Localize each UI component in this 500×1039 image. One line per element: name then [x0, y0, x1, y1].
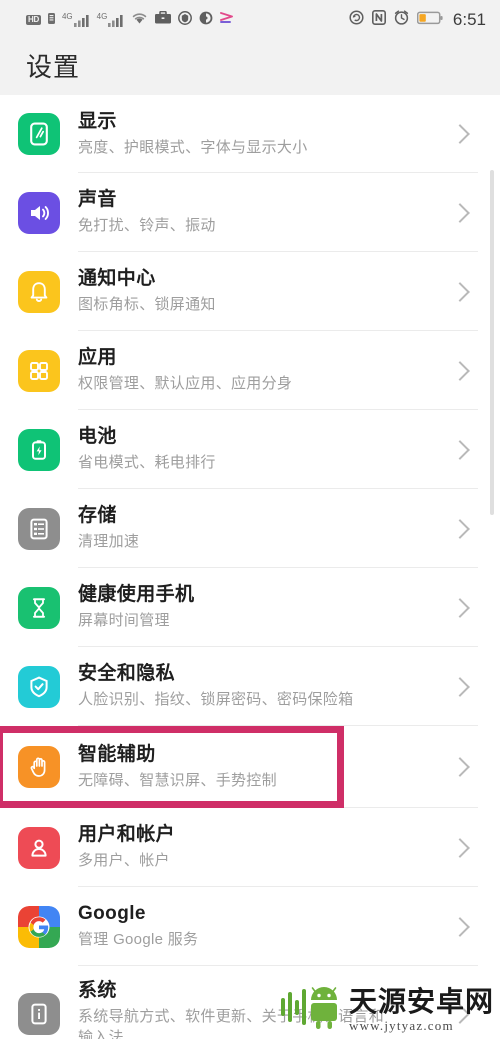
work-profile-icon: [155, 10, 172, 29]
row-subtitle: 管理 Google 服务: [78, 931, 199, 948]
status-bar-right-icons: 6:51: [349, 10, 486, 30]
watermark-url: www.jytyaz.com: [348, 1017, 454, 1033]
settings-row-text: Google 管理 Google 服务: [78, 902, 448, 951]
sync-icon: [349, 10, 364, 30]
page-title: 设置: [26, 51, 81, 82]
row-subtitle: 无障碍、智慧识屏、手势控制: [78, 771, 277, 789]
chevron-right-icon[interactable]: [448, 202, 478, 223]
settings-row-users-accounts[interactable]: 用户和帐户 多用户、帐户: [0, 808, 500, 887]
chevron-right-icon[interactable]: [448, 124, 478, 144]
row-title: 安全和隐私: [78, 663, 176, 685]
settings-list[interactable]: 显示 亮度、护眼模式、字体与显示大小 声音 免打扰、铃声、振动 通知中心 图标角…: [0, 95, 500, 1039]
settings-row-text: 电池 省电模式、耗电排行: [78, 425, 448, 474]
display-icon: [18, 113, 60, 155]
row-title: 用户和帐户: [78, 824, 176, 846]
settings-row-notification-center[interactable]: 通知中心 图标角标、锁屏通知: [0, 252, 500, 331]
shield-check-icon: [18, 665, 60, 708]
row-subtitle: 权限管理、默认应用、应用分身: [78, 375, 293, 392]
hand-icon: [18, 746, 60, 788]
settings-row-apps[interactable]: 应用 权限管理、默认应用、应用分身: [0, 331, 500, 410]
settings-row-google[interactable]: Google 管理 Google 服务: [0, 887, 500, 966]
row-title: 存储: [78, 505, 117, 527]
settings-row-text: 声音 免打扰、铃声、振动: [78, 188, 448, 237]
sim1-4g-icon: 4G: [62, 13, 90, 27]
sim2-4g-icon: 4G: [97, 13, 125, 27]
row-subtitle: 清理加速: [78, 533, 140, 550]
watermark: 天源安卓网 www.jytyaz.com: [280, 985, 494, 1035]
row-title: 显示: [78, 110, 117, 132]
settings-row-text: 应用 权限管理、默认应用、应用分身: [78, 346, 448, 395]
row-subtitle: 亮度、护眼模式、字体与显示大小: [78, 138, 308, 156]
row-title: 应用: [78, 347, 117, 369]
settings-row-text: 安全和隐私 人脸识别、指纹、锁屏密码、密码保险箱: [78, 662, 448, 711]
phone-screen: HD 4G 4G 6:51 设置 显示 亮度、护眼模式、字体与显示大小 声音 免…: [0, 0, 500, 1039]
chevron-right-icon[interactable]: [448, 837, 478, 858]
clock-label: 6:51: [452, 10, 486, 29]
settings-row-digital-balance[interactable]: 健康使用手机 屏幕时间管理: [0, 568, 500, 647]
storage-icon: [18, 507, 60, 550]
settings-row-text: 健康使用手机 屏幕时间管理: [78, 583, 448, 632]
row-subtitle: 多用户、帐户: [78, 852, 170, 869]
row-title: 健康使用手机: [78, 584, 195, 606]
row-title: 声音: [78, 189, 117, 211]
chevron-right-icon[interactable]: [448, 597, 478, 618]
settings-row-sound[interactable]: 声音 免打扰、铃声、振动: [0, 173, 500, 252]
settings-row-text: 用户和帐户 多用户、帐户: [78, 823, 448, 872]
status-bar: HD 4G 4G 6:51: [0, 0, 500, 40]
app-arrow-icon: [220, 11, 235, 29]
row-subtitle: 图标角标、锁屏通知: [78, 296, 216, 313]
settings-row-battery[interactable]: 电池 省电模式、耗电排行: [0, 410, 500, 489]
settings-row-smart-assistance[interactable]: 智能辅助 无障碍、智慧识屏、手势控制: [0, 726, 500, 808]
vpn-shield-icon: [178, 10, 193, 30]
android-robot-icon: [280, 986, 343, 1035]
headset-icon: [199, 11, 213, 30]
sound-icon: [18, 191, 60, 234]
apps-grid-icon: [18, 349, 60, 392]
chevron-right-icon[interactable]: [448, 360, 478, 381]
wifi-icon: [131, 11, 148, 29]
user-icon: [18, 826, 60, 869]
chevron-right-icon[interactable]: [448, 281, 478, 302]
chevron-right-icon[interactable]: [448, 439, 478, 460]
row-title: 电池: [78, 426, 117, 448]
row-subtitle: 人脸识别、指纹、锁屏密码、密码保险箱: [78, 691, 354, 708]
chevron-right-icon[interactable]: [448, 916, 478, 937]
row-subtitle: 屏幕时间管理: [78, 612, 170, 629]
scrollbar-thumb[interactable]: [490, 170, 494, 515]
settings-row-storage[interactable]: 存储 清理加速: [0, 489, 500, 568]
settings-row-text: 显示 亮度、护眼模式、字体与显示大小: [78, 110, 448, 159]
page-header: 设置: [0, 40, 500, 90]
bell-icon: [18, 270, 60, 313]
hourglass-icon: [18, 586, 60, 629]
row-subtitle: 免打扰、铃声、振动: [78, 217, 216, 234]
row-subtitle: 省电模式、耗电排行: [78, 454, 216, 471]
battery-icon: [18, 428, 60, 471]
row-title: 通知中心: [78, 268, 156, 290]
row-title: Google: [78, 903, 146, 925]
system-info-icon: [18, 993, 60, 1035]
battery-icon: [416, 11, 443, 30]
settings-row-text: 存储 清理加速: [78, 504, 448, 553]
settings-row-text: 智能辅助 无障碍、智慧识屏、手势控制: [78, 743, 448, 792]
chevron-right-icon[interactable]: [448, 676, 478, 697]
nfc-icon: [371, 10, 386, 30]
status-bar-left-icons: HD 4G 4G: [26, 10, 235, 30]
sim-indicator-icon: [47, 11, 55, 29]
settings-row-display[interactable]: 显示 亮度、护眼模式、字体与显示大小: [0, 95, 500, 173]
google-g-icon: [18, 905, 60, 948]
row-title: 智能辅助: [78, 743, 156, 765]
alarm-icon: [394, 10, 409, 30]
watermark-site-name: 天源安卓网: [348, 985, 494, 1017]
settings-row-security-privacy[interactable]: 安全和隐私 人脸识别、指纹、锁屏密码、密码保险箱: [0, 647, 500, 726]
settings-row-text: 通知中心 图标角标、锁屏通知: [78, 267, 448, 316]
watermark-text: 天源安卓网 www.jytyaz.com: [348, 985, 494, 1034]
chevron-right-icon[interactable]: [448, 757, 478, 777]
hd-voice-icon: HD: [26, 15, 41, 25]
chevron-right-icon[interactable]: [448, 518, 478, 539]
